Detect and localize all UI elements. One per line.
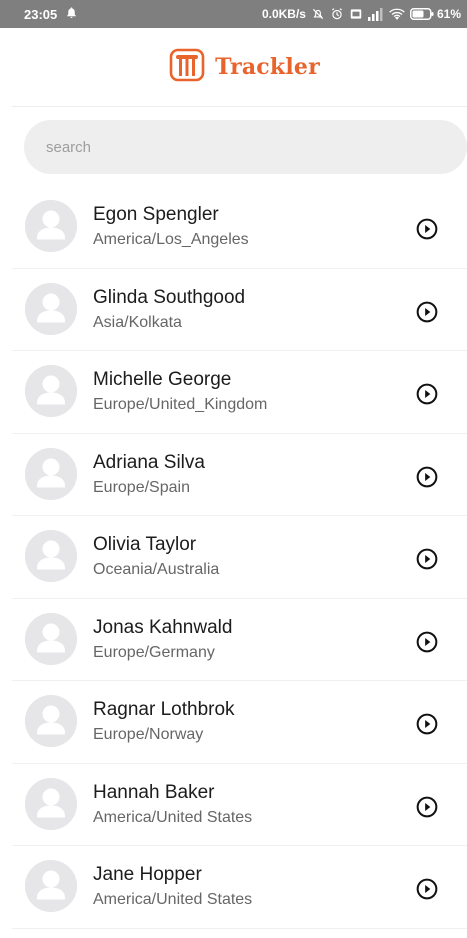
contact-text: Hannah Baker America/United States — [93, 781, 252, 829]
status-bar: 23:05 0.0KB/s 61% — [0, 0, 467, 28]
play-circle-icon[interactable] — [416, 301, 438, 323]
contact-timezone: Europe/Norway — [93, 726, 204, 743]
contact-name: Egon Spengler — [93, 204, 219, 225]
person-placeholder-icon — [25, 200, 77, 252]
play-circle-icon[interactable] — [416, 548, 438, 570]
app-title: Trackler — [215, 54, 320, 80]
battery-percent: 61% — [436, 7, 461, 21]
contact-text: Adriana Silva Europe/Spain — [93, 451, 205, 499]
contact-name: Hannah Baker — [93, 781, 215, 803]
contact-text: Olivia Taylor Oceania/Australia — [93, 533, 219, 581]
person-placeholder-icon — [25, 447, 77, 500]
contact-text: Jonas Kahnwald Europe/Germany — [93, 616, 232, 664]
net-speed: 0.0KB/s — [261, 7, 306, 21]
play-circle-icon[interactable] — [416, 466, 438, 488]
contact-text: Michelle George Europe/United_Kingdom — [93, 368, 267, 416]
header-divider — [12, 106, 467, 107]
status-right: 0.0KB/s 61% — [262, 7, 461, 21]
contact-row[interactable]: Jane Hopper America/United States — [0, 846, 467, 929]
battery-icon — [409, 8, 434, 20]
no-disturb-icon — [311, 7, 325, 21]
contact-timezone: Asia/Kolkata — [93, 313, 182, 331]
play-circle-icon[interactable] — [416, 631, 438, 653]
contact-name: Glinda Southgood — [93, 286, 246, 308]
contact-text: Glinda Southgood Asia/Kolkata — [93, 286, 245, 334]
search-input[interactable] — [24, 120, 467, 174]
trackler-logo-icon — [169, 47, 205, 88]
play-circle-icon[interactable] — [416, 878, 438, 900]
status-time: 23:05 — [24, 6, 58, 22]
play-circle-icon[interactable] — [416, 218, 438, 240]
contact-timezone: Europe/United_Kingdom — [93, 396, 268, 413]
play-circle-icon[interactable] — [416, 796, 438, 818]
person-placeholder-icon — [25, 282, 77, 335]
person-placeholder-icon — [25, 695, 77, 747]
person-placeholder-icon — [25, 365, 77, 417]
contact-name: Michelle George — [93, 369, 232, 390]
contact-timezone: America/United States — [93, 891, 253, 908]
play-circle-icon[interactable] — [416, 383, 438, 405]
contact-name: Jonas Kahnwald — [93, 616, 233, 638]
alarm-icon — [330, 7, 344, 21]
contact-name: Olivia Taylor — [93, 534, 197, 555]
contact-row[interactable]: Ragnar Lothbrok Europe/Norway — [0, 681, 467, 764]
sim-icon — [349, 7, 363, 21]
signal-icon — [367, 7, 384, 21]
wifi-icon — [389, 8, 405, 21]
contact-text: Ragnar Lothbrok Europe/Norway — [93, 698, 235, 746]
status-left: 23:05 — [24, 6, 78, 22]
contact-row[interactable]: Michelle George Europe/United_Kingdom — [0, 351, 467, 434]
contact-name: Adriana Silva — [93, 451, 205, 473]
contact-text: Jane Hopper America/United States — [93, 863, 252, 911]
contact-text: Egon Spengler America/Los_Angeles — [93, 203, 249, 251]
contact-name: Ragnar Lothbrok — [93, 699, 235, 720]
app-screen: 23:05 0.0KB/s 61% Trackler search Egon S… — [0, 0, 467, 938]
contact-row[interactable]: Egon Spengler America/Los_Angeles — [0, 186, 467, 269]
person-placeholder-icon — [25, 777, 77, 830]
notification-bell-icon — [65, 6, 78, 22]
app-header: Trackler — [0, 28, 467, 106]
contact-name: Jane Hopper — [93, 864, 202, 885]
contact-timezone: Europe/Germany — [93, 643, 215, 661]
person-placeholder-icon — [25, 530, 77, 582]
contact-list: Egon Spengler America/Los_Angeles Glinda… — [0, 186, 467, 929]
contact-row[interactable]: Adriana Silva Europe/Spain — [0, 434, 467, 517]
contact-timezone: Oceania/Australia — [93, 561, 220, 578]
contact-row[interactable]: Glinda Southgood Asia/Kolkata — [0, 269, 467, 352]
person-placeholder-icon — [25, 612, 77, 665]
brand: Trackler — [169, 47, 320, 88]
person-placeholder-icon — [25, 860, 77, 912]
contact-timezone: Europe/Spain — [93, 478, 190, 496]
contact-row[interactable]: Hannah Baker America/United States — [0, 764, 467, 847]
contact-timezone: America/Los_Angeles — [93, 231, 249, 248]
battery-indicator: 61% — [409, 7, 461, 21]
contact-row[interactable]: Olivia Taylor Oceania/Australia — [0, 516, 467, 599]
contact-row[interactable]: Jonas Kahnwald Europe/Germany — [0, 599, 467, 682]
contact-timezone: America/United States — [93, 808, 253, 826]
play-circle-icon[interactable] — [416, 713, 438, 735]
